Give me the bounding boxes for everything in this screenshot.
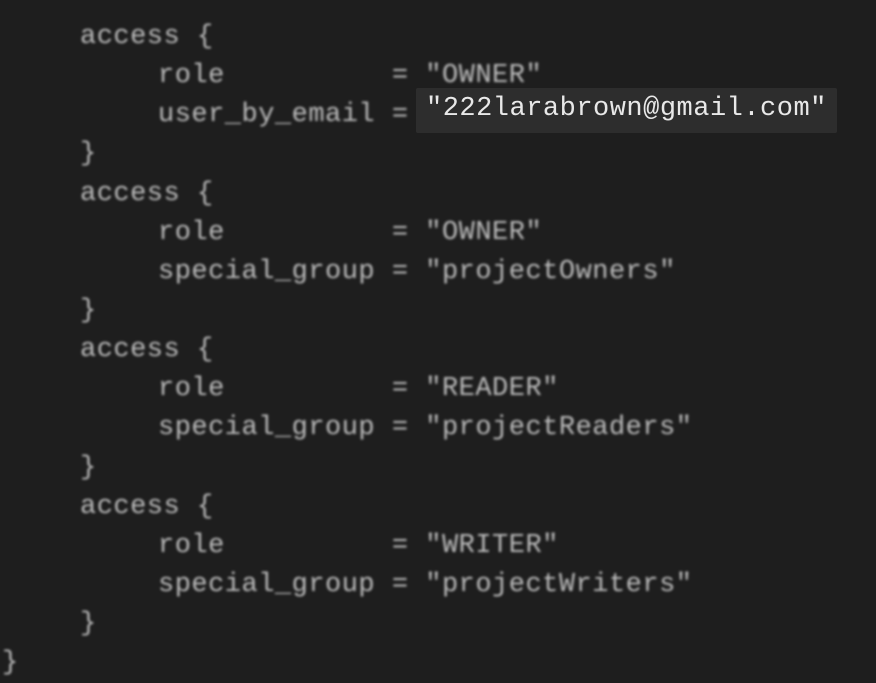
block-close: } bbox=[0, 605, 876, 644]
block-close: } bbox=[0, 449, 876, 488]
block-close: } bbox=[0, 292, 876, 331]
field-line: special_group = "projectReaders" bbox=[0, 409, 876, 448]
block-open: access { bbox=[0, 488, 876, 527]
outer-close: } bbox=[0, 644, 876, 683]
block-open: access { bbox=[0, 175, 876, 214]
field-line: role = "WRITER" bbox=[0, 527, 876, 566]
email-highlight-overlay: "222larabrown@gmail.com" bbox=[416, 88, 837, 133]
email-value: "222larabrown@gmail.com" bbox=[426, 94, 827, 124]
field-line: role = "OWNER" bbox=[0, 214, 876, 253]
field-line: special_group = "projectWriters" bbox=[0, 566, 876, 605]
block-close: } bbox=[0, 135, 876, 174]
block-open: access { bbox=[0, 18, 876, 57]
field-line: special_group = "projectOwners" bbox=[0, 253, 876, 292]
field-line: role = "READER" bbox=[0, 370, 876, 409]
block-open: access { bbox=[0, 331, 876, 370]
